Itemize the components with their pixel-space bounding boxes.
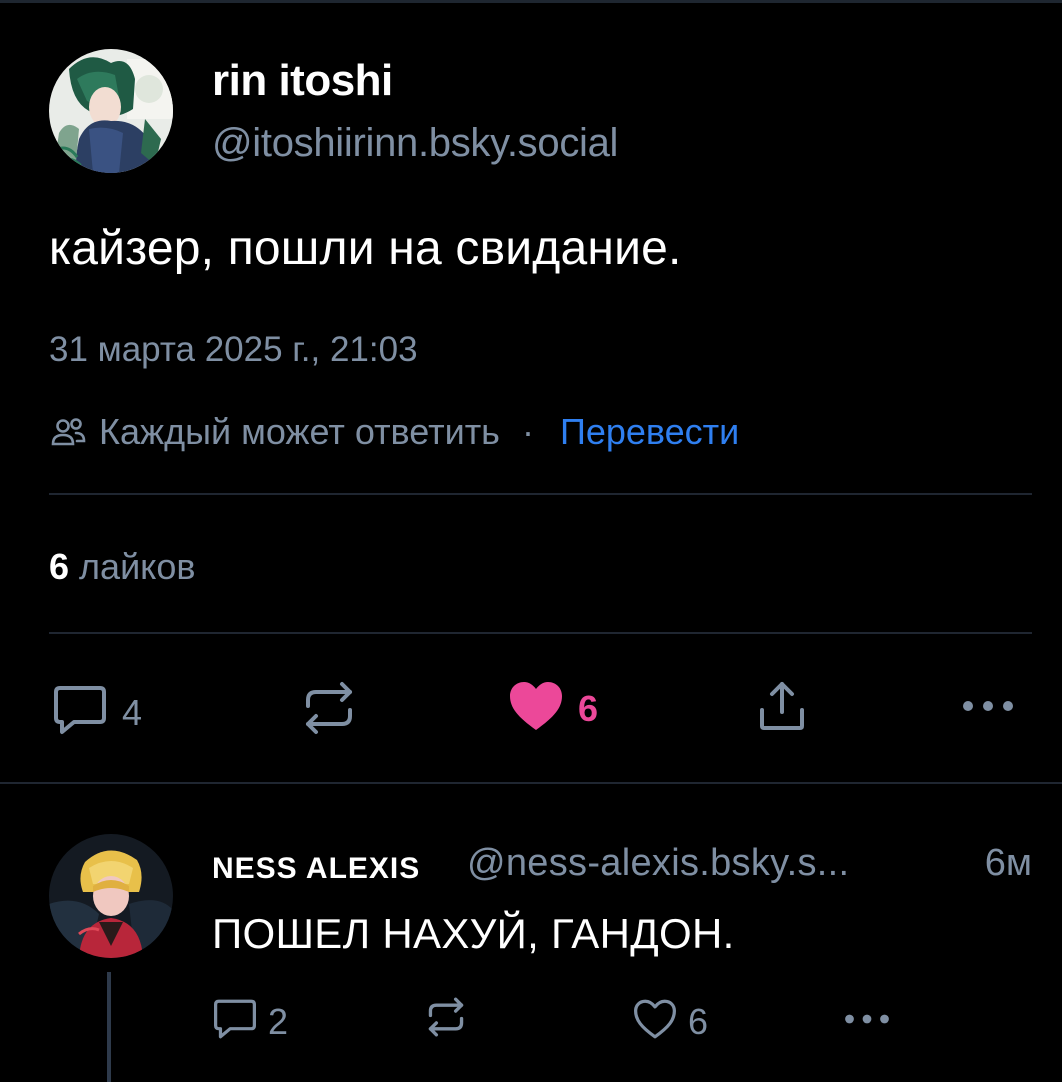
reply-count: 4 — [122, 691, 143, 733]
comment-icon — [212, 998, 258, 1045]
repost-icon — [302, 680, 356, 741]
heart-icon — [508, 680, 564, 737]
author-display-name[interactable]: rin itoshi — [212, 56, 393, 106]
reply-author-display-name[interactable]: NESS ALEXIS — [212, 852, 420, 886]
more-icon — [962, 698, 1014, 719]
author-avatar[interactable] — [49, 49, 173, 173]
repost-icon — [426, 996, 466, 1043]
like-button[interactable]: 6 — [508, 680, 598, 737]
post-text: кайзер, пошли на свидание. — [49, 222, 682, 275]
divider — [0, 782, 1062, 784]
reply-button[interactable]: 4 — [52, 684, 142, 741]
reply-setting-label[interactable]: Каждый может ответить — [99, 411, 500, 453]
likes-summary[interactable]: 6 лайков — [49, 546, 195, 588]
reply-like-button[interactable]: 6 — [632, 998, 708, 1045]
share-button[interactable] — [758, 680, 806, 737]
reply-author-avatar[interactable] — [49, 834, 173, 958]
reply-like-count: 6 — [688, 1000, 709, 1042]
reply-timestamp: 6м — [984, 842, 1032, 884]
reply-text: ПОШЕЛ НАХУЙ, ГАНДОН. — [212, 910, 735, 957]
top-border — [0, 0, 1062, 3]
post-timestamp: 31 марта 2025 г., 21:03 — [49, 330, 418, 369]
more-icon — [842, 1012, 892, 1031]
share-icon — [758, 680, 806, 737]
reply-reply-count: 2 — [268, 1000, 289, 1042]
divider — [49, 632, 1032, 634]
people-icon — [49, 412, 89, 452]
likes-count: 6 — [49, 546, 70, 587]
reply-more-button[interactable] — [842, 1012, 892, 1031]
repost-button[interactable] — [302, 680, 356, 741]
author-handle[interactable]: @itoshiirinn.bsky.social — [212, 121, 618, 166]
heart-outline-icon — [632, 998, 678, 1045]
reply-setting-row: Каждый может ответить · Перевести — [49, 410, 739, 454]
reply-author-handle[interactable]: @ness-alexis.bsky.s... — [467, 842, 849, 885]
divider — [49, 493, 1032, 495]
comment-icon — [52, 684, 108, 741]
like-count: 6 — [578, 687, 599, 729]
translate-link[interactable]: Перевести — [560, 411, 739, 453]
reply-repost-button[interactable] — [426, 996, 466, 1043]
likes-label: лайков — [79, 546, 196, 587]
reply-header: NESS ALEXIS @ness-alexis.bsky.s... 6м — [212, 842, 1032, 888]
more-button[interactable] — [962, 698, 1014, 719]
separator-dot: · — [521, 411, 534, 452]
thread-line — [107, 972, 111, 1082]
reply-reply-button[interactable]: 2 — [212, 998, 288, 1045]
